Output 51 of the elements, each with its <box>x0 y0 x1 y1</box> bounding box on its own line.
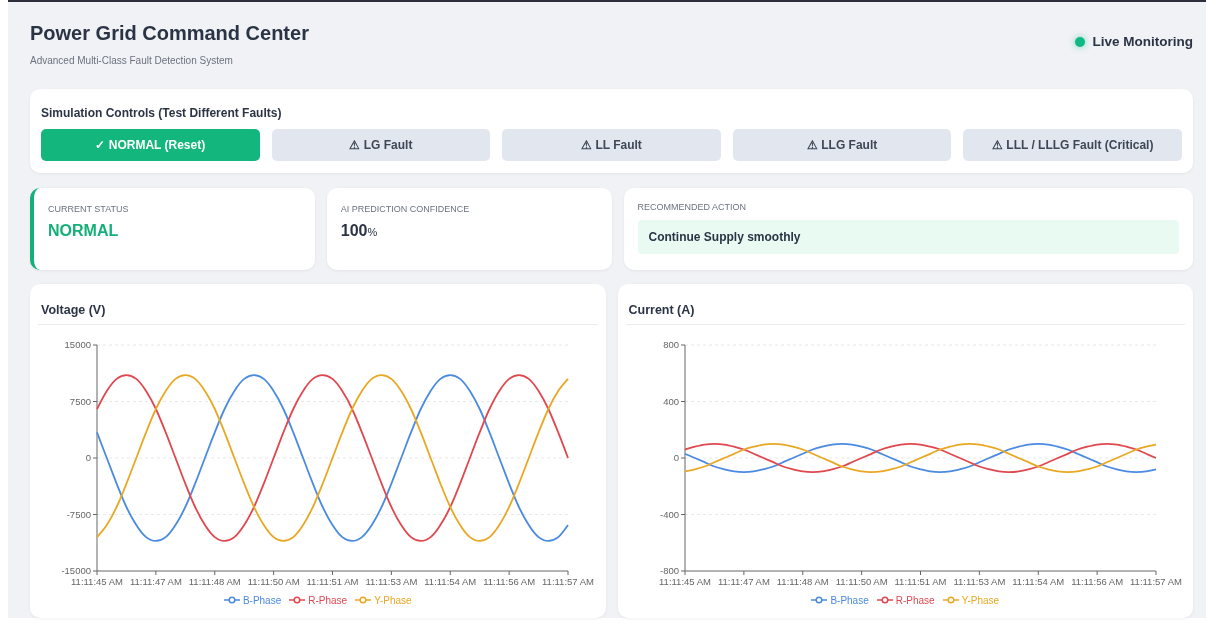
axis-tick-label: 11:11:47 AM <box>717 575 770 587</box>
legend-item[interactable]: R-Phase <box>289 594 348 606</box>
axis-tick-label: 11:11:51 AM <box>894 575 946 587</box>
action-message: Continue Supply smoothly <box>637 219 1179 254</box>
axis-tick-label: 11:11:53 AM <box>952 575 1005 587</box>
legend-item[interactable]: B-Phase <box>811 594 869 606</box>
axis-tick-label: 11:11:56 AM <box>1070 575 1123 587</box>
axis-tick-label: 11:11:53 AM <box>365 575 418 587</box>
axis-tick-label: 15000 <box>64 338 91 350</box>
axis-tick-label: 11:11:50 AM <box>835 575 888 587</box>
card-label: RECOMMENDED ACTION <box>637 201 747 212</box>
fault-button[interactable]: ⚠ LLL / LLLG Fault (Critical) <box>963 128 1182 161</box>
chart-title: Current (A) <box>628 302 695 317</box>
axis-tick-label: 11:11:48 AM <box>776 575 829 587</box>
axis-tick-label: 11:11:45 AM <box>658 575 711 587</box>
axis-tick-label: 11:11:54 AM <box>1011 575 1064 587</box>
axis-tick-label: 11:11:54 AM <box>424 575 477 587</box>
card-label: AI PREDICTION CONFIDENCE <box>340 203 471 214</box>
axis-tick-label: 400 <box>662 395 679 407</box>
axis-tick-label: -15000 <box>61 564 91 576</box>
legend-item[interactable]: Y-Phase <box>355 594 412 606</box>
fault-button[interactable]: ⚠ LL Fault <box>502 128 721 161</box>
axis-tick-label: -7500 <box>66 508 91 520</box>
page-subtitle: Advanced Multi-Class Fault Detection System <box>30 55 234 66</box>
legend-item[interactable]: Y-Phase <box>942 594 1000 606</box>
page-title: Power Grid Command Center <box>30 22 309 45</box>
live-label: Live Monitoring <box>1092 34 1193 49</box>
legend-item[interactable]: B-Phase <box>223 594 282 606</box>
axis-tick-label: 11:11:57 AM <box>542 575 594 587</box>
axis-tick-label: -800 <box>659 564 679 576</box>
legend-item[interactable]: R-Phase <box>876 594 935 606</box>
axis-tick-label: 11:11:56 AM <box>483 575 536 587</box>
axis-tick-label: 11:11:50 AM <box>247 575 300 587</box>
axis-tick-label: 11:11:57 AM <box>1129 575 1182 587</box>
axis-tick-label: 800 <box>662 338 679 350</box>
status-value: NORMAL <box>48 221 119 240</box>
axis-tick-label: 11:11:45 AM <box>71 575 123 587</box>
card-label: CURRENT STATUS <box>48 203 130 214</box>
axis-tick-label: 7500 <box>69 395 91 407</box>
axis-tick-label: 11:11:51 AM <box>306 575 359 587</box>
confidence-value: 100% <box>340 221 378 240</box>
axis-tick-label: 11:11:48 AM <box>188 575 241 587</box>
axis-tick-label: 0 <box>673 451 679 463</box>
axis-tick-label: 11:11:47 AM <box>129 575 182 587</box>
section-title: Simulation Controls (Test Different Faults) <box>41 105 282 120</box>
axis-tick-label: 0 <box>85 451 91 463</box>
fault-button[interactable]: ✓ NORMAL (Reset) <box>41 128 260 161</box>
fault-button[interactable]: ⚠ LLG Fault <box>732 128 952 161</box>
axis-tick-label: -400 <box>659 508 679 520</box>
chart-title: Voltage (V) <box>41 302 106 317</box>
fault-button[interactable]: ⚠ LG Fault <box>271 128 491 161</box>
